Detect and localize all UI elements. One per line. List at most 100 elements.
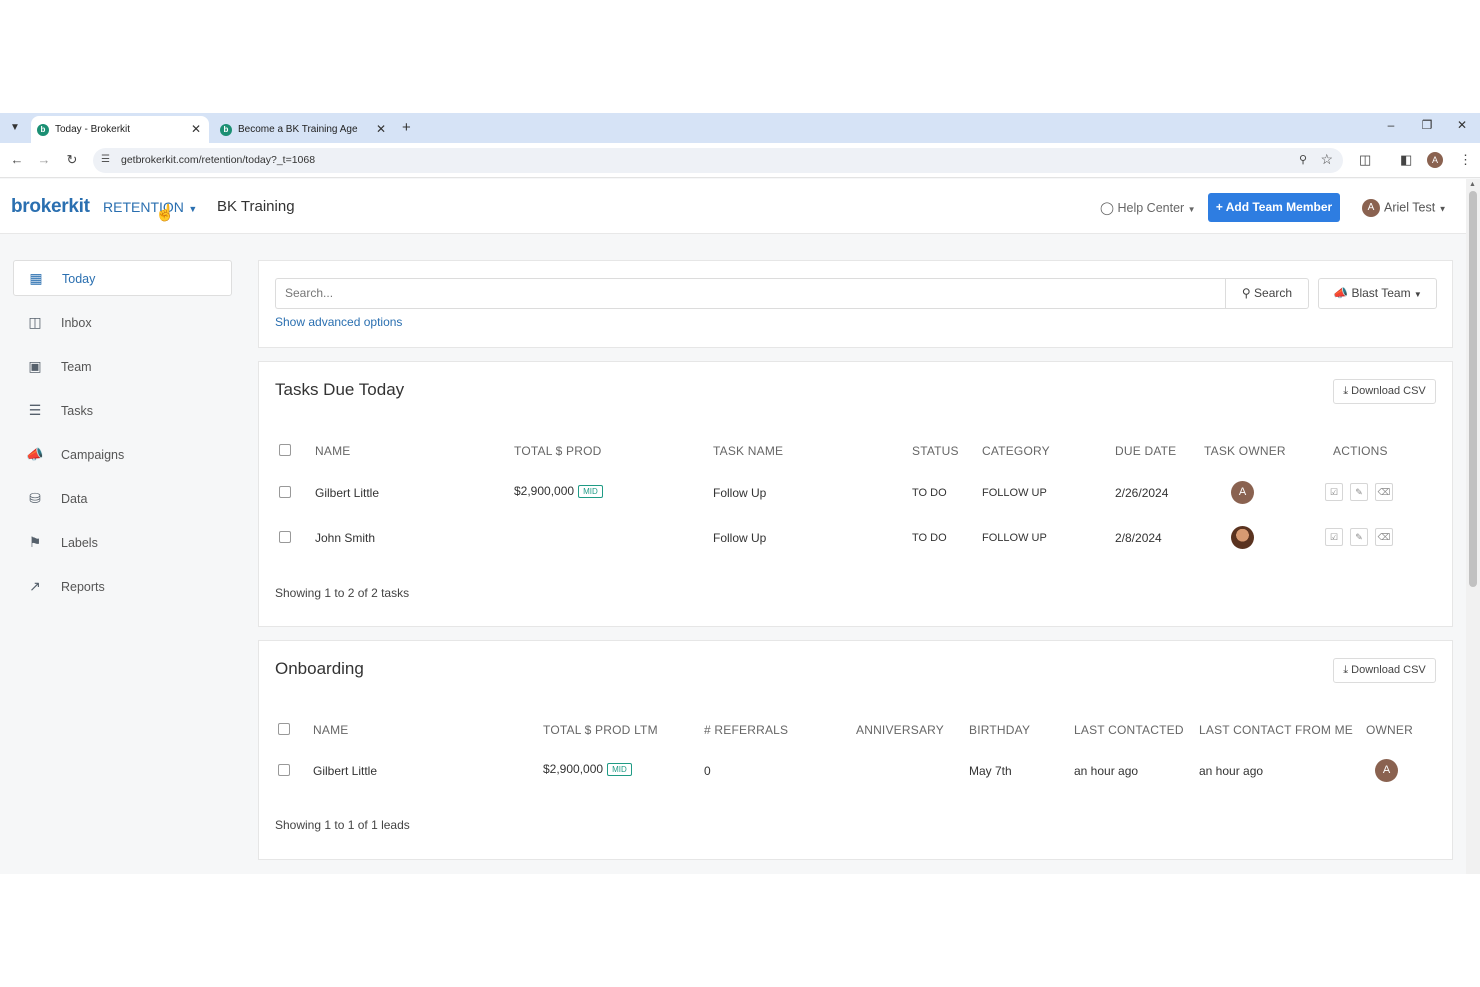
brokerkit-favicon-icon: b [37, 124, 49, 136]
close-window-icon[interactable]: ✕ [1452, 118, 1472, 132]
module-switcher[interactable]: RETENTION ▼ [103, 199, 197, 215]
side-panel-icon[interactable]: ◧ [1400, 152, 1412, 168]
search-button[interactable]: ⚲ Search [1225, 278, 1309, 309]
column-header[interactable]: DUE DATE [1115, 444, 1176, 458]
close-tab-icon[interactable]: ✕ [376, 116, 386, 143]
page-scrollbar[interactable]: ▲ [1466, 179, 1480, 874]
restore-icon[interactable]: ❐ [1417, 118, 1437, 132]
tab-title: Today - Brokerkit [55, 124, 131, 135]
line-chart-icon: ↗ [29, 578, 41, 594]
download-csv-button[interactable]: ⤓ Download CSV [1333, 658, 1436, 683]
tab-search-chevron-icon[interactable]: ▼ [6, 119, 24, 137]
row-checkbox[interactable] [279, 486, 291, 498]
column-header[interactable]: NAME [313, 723, 348, 737]
sidebar-item-tasks[interactable]: ☰ Tasks [13, 393, 232, 429]
column-header[interactable]: LAST CONTACT FROM ME [1199, 723, 1353, 737]
show-advanced-options-link[interactable]: Show advanced options [275, 315, 402, 329]
letterbox-top [0, 0, 1480, 113]
sidebar-item-team[interactable]: ▣ Team [13, 349, 232, 385]
new-tab-plus-icon[interactable]: + [402, 120, 411, 135]
back-arrow-icon[interactable]: ← [8, 152, 26, 167]
sidebar-item-inbox[interactable]: ◫ Inbox [13, 305, 232, 341]
zoom-icon[interactable]: ⚲ [1299, 153, 1307, 166]
inbox-icon: ◫ [28, 314, 42, 330]
brokerkit-logo[interactable]: brokerkit [11, 196, 90, 218]
bookmark-star-icon[interactable]: ☆ [1320, 151, 1333, 168]
column-header[interactable]: ANNIVERSARY [856, 723, 944, 737]
blast-team-label: Blast Team [1351, 286, 1411, 300]
tab-today-brokerkit[interactable]: b Today - Brokerkit ✕ [31, 116, 209, 143]
column-header[interactable]: TOTAL $ PROD LTM [543, 723, 658, 737]
column-header[interactable]: TASK OWNER [1204, 444, 1286, 458]
column-header[interactable]: NAME [315, 444, 350, 458]
browser-toolbar: ← → ↻ ☰ getbrokerkit.com/retention/today… [0, 143, 1480, 178]
lead-name-link[interactable]: John Smith [315, 531, 375, 545]
delete-task-icon[interactable]: ⌫ [1375, 528, 1393, 546]
reload-icon[interactable]: ↻ [63, 152, 81, 168]
task-owner-avatar: A [1231, 481, 1254, 504]
database-icon: ⛁ [29, 490, 41, 506]
production-cell: $2,900,000 MID [543, 762, 632, 777]
onboarding-panel: Onboarding ⤓ Download CSV NAME TOTAL $ P… [258, 640, 1453, 860]
download-csv-button[interactable]: ⤓ Download CSV [1333, 379, 1436, 404]
column-header[interactable]: OWNER [1366, 723, 1413, 737]
edit-task-icon[interactable]: ✎ [1350, 528, 1368, 546]
sidebar-item-label: Reports [61, 580, 105, 594]
complete-task-icon[interactable]: ☑ [1325, 528, 1343, 546]
tab-become-agent[interactable]: b Become a BK Training Agent! ✕ [214, 116, 394, 143]
delete-task-icon[interactable]: ⌫ [1375, 483, 1393, 501]
megaphone-icon: 📣 [26, 446, 44, 462]
edit-task-icon[interactable]: ✎ [1350, 483, 1368, 501]
column-header[interactable]: BIRTHDAY [969, 723, 1030, 737]
browser-profile-avatar[interactable]: A [1427, 152, 1443, 168]
sidebar-item-reports[interactable]: ↗ Reports [13, 569, 232, 605]
scroll-up-arrow-icon[interactable]: ▲ [1469, 181, 1476, 188]
row-checkbox[interactable] [279, 531, 291, 543]
task-name[interactable]: Follow Up [713, 531, 766, 545]
megaphone-icon: 📣 [1333, 286, 1349, 300]
column-header[interactable]: # REFERRALS [704, 723, 788, 737]
column-header[interactable]: TASK NAME [713, 444, 783, 458]
select-all-checkbox[interactable] [279, 444, 291, 456]
close-tab-icon[interactable]: ✕ [191, 116, 201, 143]
sidebar-item-today[interactable]: ▦ Today [13, 260, 232, 296]
complete-task-icon[interactable]: ☑ [1325, 483, 1343, 501]
url-text[interactable]: getbrokerkit.com/retention/today?_t=1068 [121, 148, 315, 173]
add-team-member-button[interactable]: + Add Team Member [1208, 193, 1340, 222]
download-icon: ⤓ [1343, 664, 1349, 676]
scroll-thumb[interactable] [1469, 191, 1477, 587]
lead-name-link[interactable]: Gilbert Little [315, 486, 379, 500]
address-bar[interactable]: ☰ getbrokerkit.com/retention/today?_t=10… [93, 148, 1343, 173]
forward-arrow-icon[interactable]: → [35, 152, 53, 167]
sidebar-item-label: Team [61, 360, 92, 374]
site-settings-icon[interactable]: ☰ [101, 154, 110, 165]
browser-menu-kebab-icon[interactable]: ⋮ [1459, 152, 1472, 168]
tasks-count-text: Showing 1 to 2 of 2 tasks [275, 586, 410, 600]
magnifier-icon: ⚲ [1241, 286, 1251, 300]
minimize-icon[interactable]: – [1381, 118, 1401, 132]
column-header[interactable]: STATUS [912, 444, 959, 458]
row-checkbox[interactable] [278, 764, 290, 776]
tags-icon: ⚑ [28, 534, 42, 550]
app-header: brokerkit RETENTION ▼ ☝ BK Training ◯ He… [0, 179, 1466, 234]
task-name[interactable]: Follow Up [713, 486, 766, 500]
brokerkit-favicon-icon: b [220, 124, 232, 136]
tab-title: Become a BK Training Agent! [238, 124, 358, 135]
column-header[interactable]: CATEGORY [982, 444, 1050, 458]
blast-team-button[interactable]: 📣 Blast Team ▼ [1318, 278, 1437, 309]
sidebar-item-campaigns[interactable]: 📣 Campaigns [13, 437, 232, 473]
extensions-puzzle-icon[interactable]: ◫ [1359, 152, 1371, 168]
user-menu[interactable]: A Ariel Test ▼ [1362, 199, 1447, 217]
help-center-menu[interactable]: ◯ Help Center ▼ [1100, 200, 1196, 215]
select-all-checkbox[interactable] [278, 723, 290, 735]
column-header[interactable]: LAST CONTACTED [1074, 723, 1184, 737]
search-input[interactable]: Search... [275, 278, 1225, 309]
task-status: TO DO [912, 532, 947, 544]
search-button-label: Search [1254, 286, 1293, 300]
column-header[interactable]: TOTAL $ PROD [514, 444, 602, 458]
sidebar-item-data[interactable]: ⛁ Data [13, 481, 232, 517]
sidebar-item-labels[interactable]: ⚑ Labels [13, 525, 232, 561]
lead-name-link[interactable]: Gilbert Little [313, 764, 377, 778]
hand-cursor-icon: ☝ [155, 205, 175, 222]
last-contacted: an hour ago [1074, 764, 1139, 778]
